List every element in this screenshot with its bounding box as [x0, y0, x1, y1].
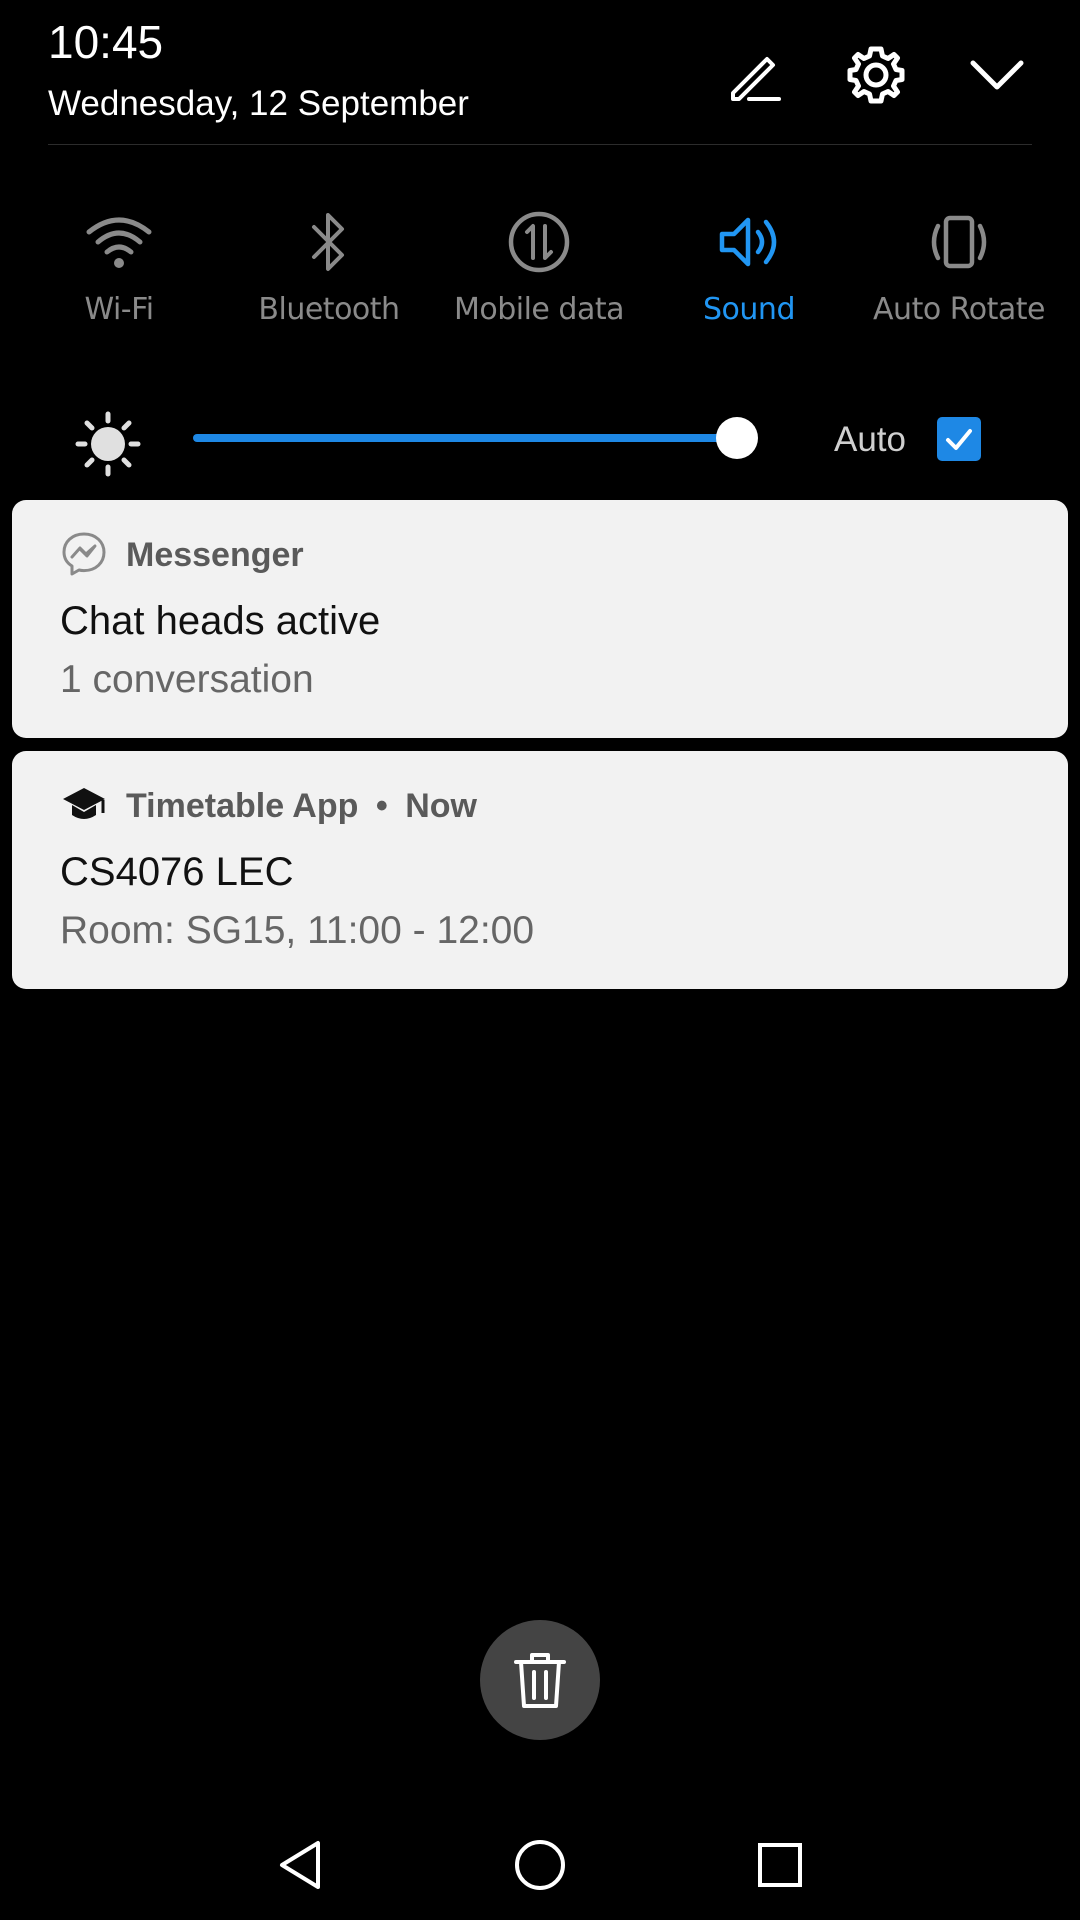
toggle-mobile-data[interactable]: Mobile data [434, 190, 644, 340]
clock-time: 10:45 [48, 16, 164, 68]
notification-timetable[interactable]: Timetable App • Now CS4076 LEC Room: SG1… [12, 751, 1068, 989]
graduation-cap-icon [63, 788, 105, 819]
auto-rotate-icon [931, 215, 987, 269]
notification-app-name: Timetable App [126, 787, 359, 825]
settings-button[interactable] [841, 40, 911, 110]
chevron-down-icon [970, 60, 1024, 90]
toggle-auto-rotate[interactable]: Auto Rotate [854, 190, 1064, 340]
pencil-icon [731, 57, 781, 101]
header-divider [48, 144, 1032, 145]
toggle-label: Bluetooth [258, 292, 400, 327]
brightness-slider-track[interactable] [193, 434, 748, 442]
mobile-data-icon [508, 211, 570, 273]
separator-dot: • [375, 787, 388, 825]
navigation-bar [0, 1800, 1080, 1920]
auto-brightness-checkbox[interactable] [937, 417, 981, 461]
quick-settings: Wi-Fi Bluetooth Mobile data Sound Auto R… [0, 190, 1080, 350]
trash-icon [514, 1653, 566, 1708]
status-header: 10:45 Wednesday, 12 September [0, 0, 1080, 145]
toggle-bluetooth[interactable]: Bluetooth [224, 190, 434, 340]
notification-title: CS4076 LEC [60, 850, 294, 894]
notification-messenger[interactable]: Messenger Chat heads active 1 conversati… [12, 500, 1068, 738]
notification-title: Chat heads active [60, 599, 381, 643]
recents-button[interactable] [745, 1830, 815, 1900]
wifi-icon [86, 217, 152, 268]
messenger-icon [62, 532, 106, 576]
notification-app-header: Timetable App • Now [126, 785, 477, 827]
brightness-slider-thumb[interactable] [715, 417, 758, 459]
notification-app-name: Messenger [126, 536, 304, 574]
brightness-icon [75, 411, 141, 477]
notification-body: Room: SG15, 11:00 - 12:00 [60, 909, 535, 952]
edit-button[interactable] [720, 40, 790, 110]
toggle-wifi[interactable]: Wi-Fi [14, 190, 224, 340]
toggle-sound[interactable]: Sound [644, 190, 854, 340]
current-date: Wednesday, 12 September [48, 84, 469, 123]
home-button[interactable] [505, 1830, 575, 1900]
toggle-label: Auto Rotate [873, 292, 1045, 327]
notification-time: Now [405, 787, 477, 825]
toggle-label: Mobile data [453, 292, 625, 327]
back-button[interactable] [265, 1830, 335, 1900]
clear-notifications-button[interactable] [480, 1620, 600, 1740]
collapse-button[interactable] [962, 40, 1032, 110]
home-circle-icon [515, 1840, 565, 1890]
recents-square-icon [758, 1843, 802, 1887]
checkmark-icon [946, 429, 972, 450]
notification-body: 1 conversation [60, 658, 314, 701]
toggle-label: Sound [703, 292, 795, 327]
sound-icon [719, 217, 777, 267]
auto-brightness-label: Auto [834, 420, 906, 459]
toggle-label: Wi-Fi [84, 292, 154, 327]
gear-icon [847, 46, 905, 104]
bluetooth-icon [312, 213, 344, 271]
back-triangle-icon [280, 1841, 320, 1889]
